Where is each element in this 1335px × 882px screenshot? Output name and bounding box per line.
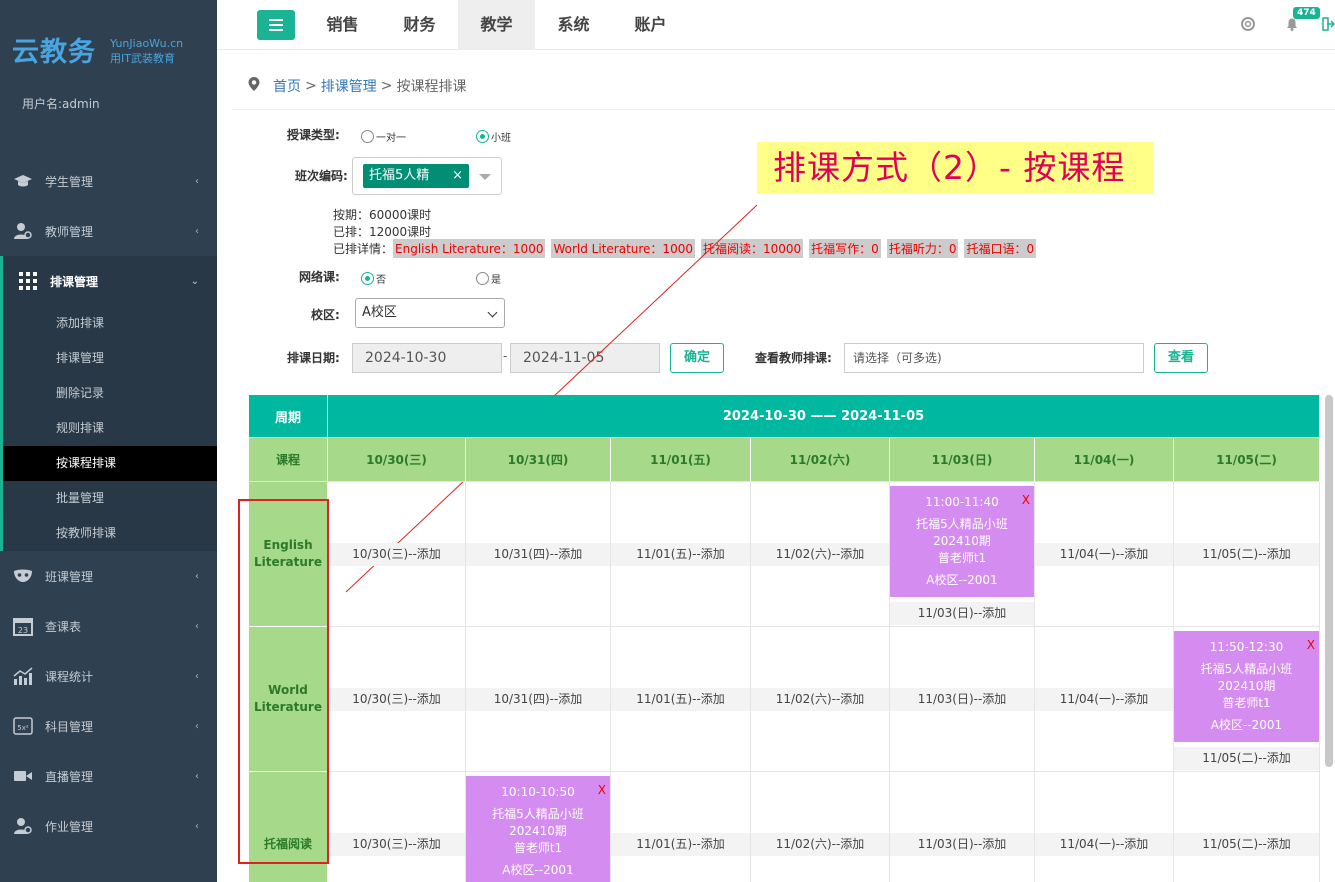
lesson-teacher: 普老师t1 (1222, 696, 1271, 710)
schedule-cell: X 11:00-11:40 托福5人精品小班 202410期 普老师t1 A校区--200… (890, 482, 1035, 627)
schedule-cell: 11/05(二)--添加 (1174, 772, 1320, 882)
lesson-time: 11:50-12:30 (1209, 640, 1284, 654)
schedule-cell: 11/01(五)--添加 (611, 482, 751, 627)
schedule-cell: X 11:50-12:30 托福5人精品小班 202410期 普老师t1 A校区--200… (1174, 627, 1320, 772)
schedule-cell: 11/05(二)--添加 (1174, 482, 1320, 627)
add-lesson-link[interactable]: 10/31(四)--添加 (466, 543, 610, 566)
day-header: 11/01(五) (611, 438, 751, 482)
delete-lesson-icon[interactable]: X (1307, 637, 1315, 654)
day-header: 11/02(六) (751, 438, 890, 482)
schedule-cell: 11/02(六)--添加 (751, 772, 890, 882)
schedule-cell: 10/31(四)--添加 (466, 482, 611, 627)
schedule-cell: 10/30(三)--添加 (328, 772, 466, 882)
add-lesson-link[interactable]: 10/31(四)--添加 (466, 688, 610, 711)
add-lesson-link[interactable]: 11/05(二)--添加 (1174, 543, 1319, 566)
schedule-cell: 11/03(日)--添加 (890, 772, 1035, 882)
schedule-cell: 10/31(四)--添加 (466, 627, 611, 772)
lesson-term: 202410期 (509, 824, 567, 838)
lesson-card[interactable]: X 11:00-11:40 托福5人精品小班 202410期 普老师t1 A校区--200… (890, 486, 1034, 597)
add-lesson-link[interactable]: 10/30(三)--添加 (328, 688, 465, 711)
day-header: 11/05(二) (1174, 438, 1320, 482)
day-header: 11/03(日) (890, 438, 1035, 482)
add-lesson-link[interactable]: 11/01(五)--添加 (611, 833, 750, 856)
add-lesson-link[interactable]: 11/01(五)--添加 (611, 543, 750, 566)
add-lesson-link[interactable]: 11/04(一)--添加 (1035, 543, 1173, 566)
lesson-teacher: 普老师t1 (937, 551, 987, 565)
week-header: 周期 (249, 395, 328, 438)
lesson-term: 202410期 (1217, 679, 1276, 693)
lesson-card[interactable]: X 10:10-10:50 托福5人精品小班 202410期 普老师t1 A校区--200… (466, 776, 610, 882)
lesson-class: 托福5人精品小班 (916, 517, 1008, 531)
add-lesson-link[interactable]: 11/03(日)--添加 (890, 833, 1034, 856)
schedule-cell: X 10:10-10:50 托福5人精品小班 202410期 普老师t1 A校区--200… (466, 772, 611, 882)
add-lesson-link[interactable]: 11/05(二)--添加 (1174, 747, 1319, 770)
course-header: 课程 (249, 438, 328, 482)
schedule-cell: 10/30(三)--添加 (328, 627, 466, 772)
vertical-scrollbar[interactable] (1325, 395, 1333, 767)
schedule-cell: 11/04(一)--添加 (1035, 772, 1174, 882)
add-lesson-link[interactable]: 11/04(一)--添加 (1035, 688, 1173, 711)
add-lesson-link[interactable]: 11/03(日)--添加 (890, 688, 1034, 711)
day-header: 11/04(一) (1035, 438, 1174, 482)
schedule-cell: 11/04(一)--添加 (1035, 482, 1174, 627)
add-lesson-link[interactable]: 11/04(一)--添加 (1035, 833, 1173, 856)
add-lesson-link[interactable]: 10/30(三)--添加 (328, 543, 465, 566)
schedule-cell: 11/04(一)--添加 (1035, 627, 1174, 772)
delete-lesson-icon[interactable]: X (1022, 492, 1030, 509)
day-header: 10/31(四) (466, 438, 611, 482)
lesson-card[interactable]: X 11:50-12:30 托福5人精品小班 202410期 普老师t1 A校区--200… (1174, 631, 1319, 742)
schedule-cell: 11/01(五)--添加 (611, 627, 751, 772)
delete-lesson-icon[interactable]: X (598, 782, 606, 799)
day-header: 10/30(三) (328, 438, 466, 482)
schedule-grid: 周期 2024-10-30 —— 2024-11-05 课程 10/30(三) 10/3… (249, 395, 1320, 882)
lesson-class: 托福5人精品小班 (492, 807, 584, 821)
schedule-cell: 10/30(三)--添加 (328, 482, 466, 627)
schedule-cell: 11/02(六)--添加 (751, 482, 890, 627)
add-lesson-link[interactable]: 11/02(六)--添加 (751, 833, 889, 856)
lesson-room: A校区--2001 (502, 863, 574, 877)
lesson-teacher: 普老师t1 (513, 841, 563, 855)
date-range-header: 2024-10-30 —— 2024-11-05 (328, 395, 1320, 438)
schedule-cell: 11/02(六)--添加 (751, 627, 890, 772)
add-lesson-link[interactable]: 11/05(二)--添加 (1174, 833, 1319, 856)
lesson-room: A校区--2001 (1210, 718, 1283, 732)
schedule-cell: 11/01(五)--添加 (611, 772, 751, 882)
add-lesson-link[interactable]: 11/02(六)--添加 (751, 688, 889, 711)
add-lesson-link[interactable]: 11/03(日)--添加 (890, 602, 1034, 625)
add-lesson-link[interactable]: 11/02(六)--添加 (751, 543, 889, 566)
schedule-cell: 11/03(日)--添加 (890, 627, 1035, 772)
lesson-time: 11:00-11:40 (925, 495, 999, 509)
highlight-box (238, 499, 329, 864)
lesson-room: A校区--2001 (926, 573, 998, 587)
lesson-time: 10:10-10:50 (501, 785, 575, 799)
lesson-class: 托福5人精品小班 (1200, 662, 1293, 676)
add-lesson-link[interactable]: 10/30(三)--添加 (328, 833, 465, 856)
lesson-term: 202410期 (933, 534, 991, 548)
add-lesson-link[interactable]: 11/01(五)--添加 (611, 688, 750, 711)
